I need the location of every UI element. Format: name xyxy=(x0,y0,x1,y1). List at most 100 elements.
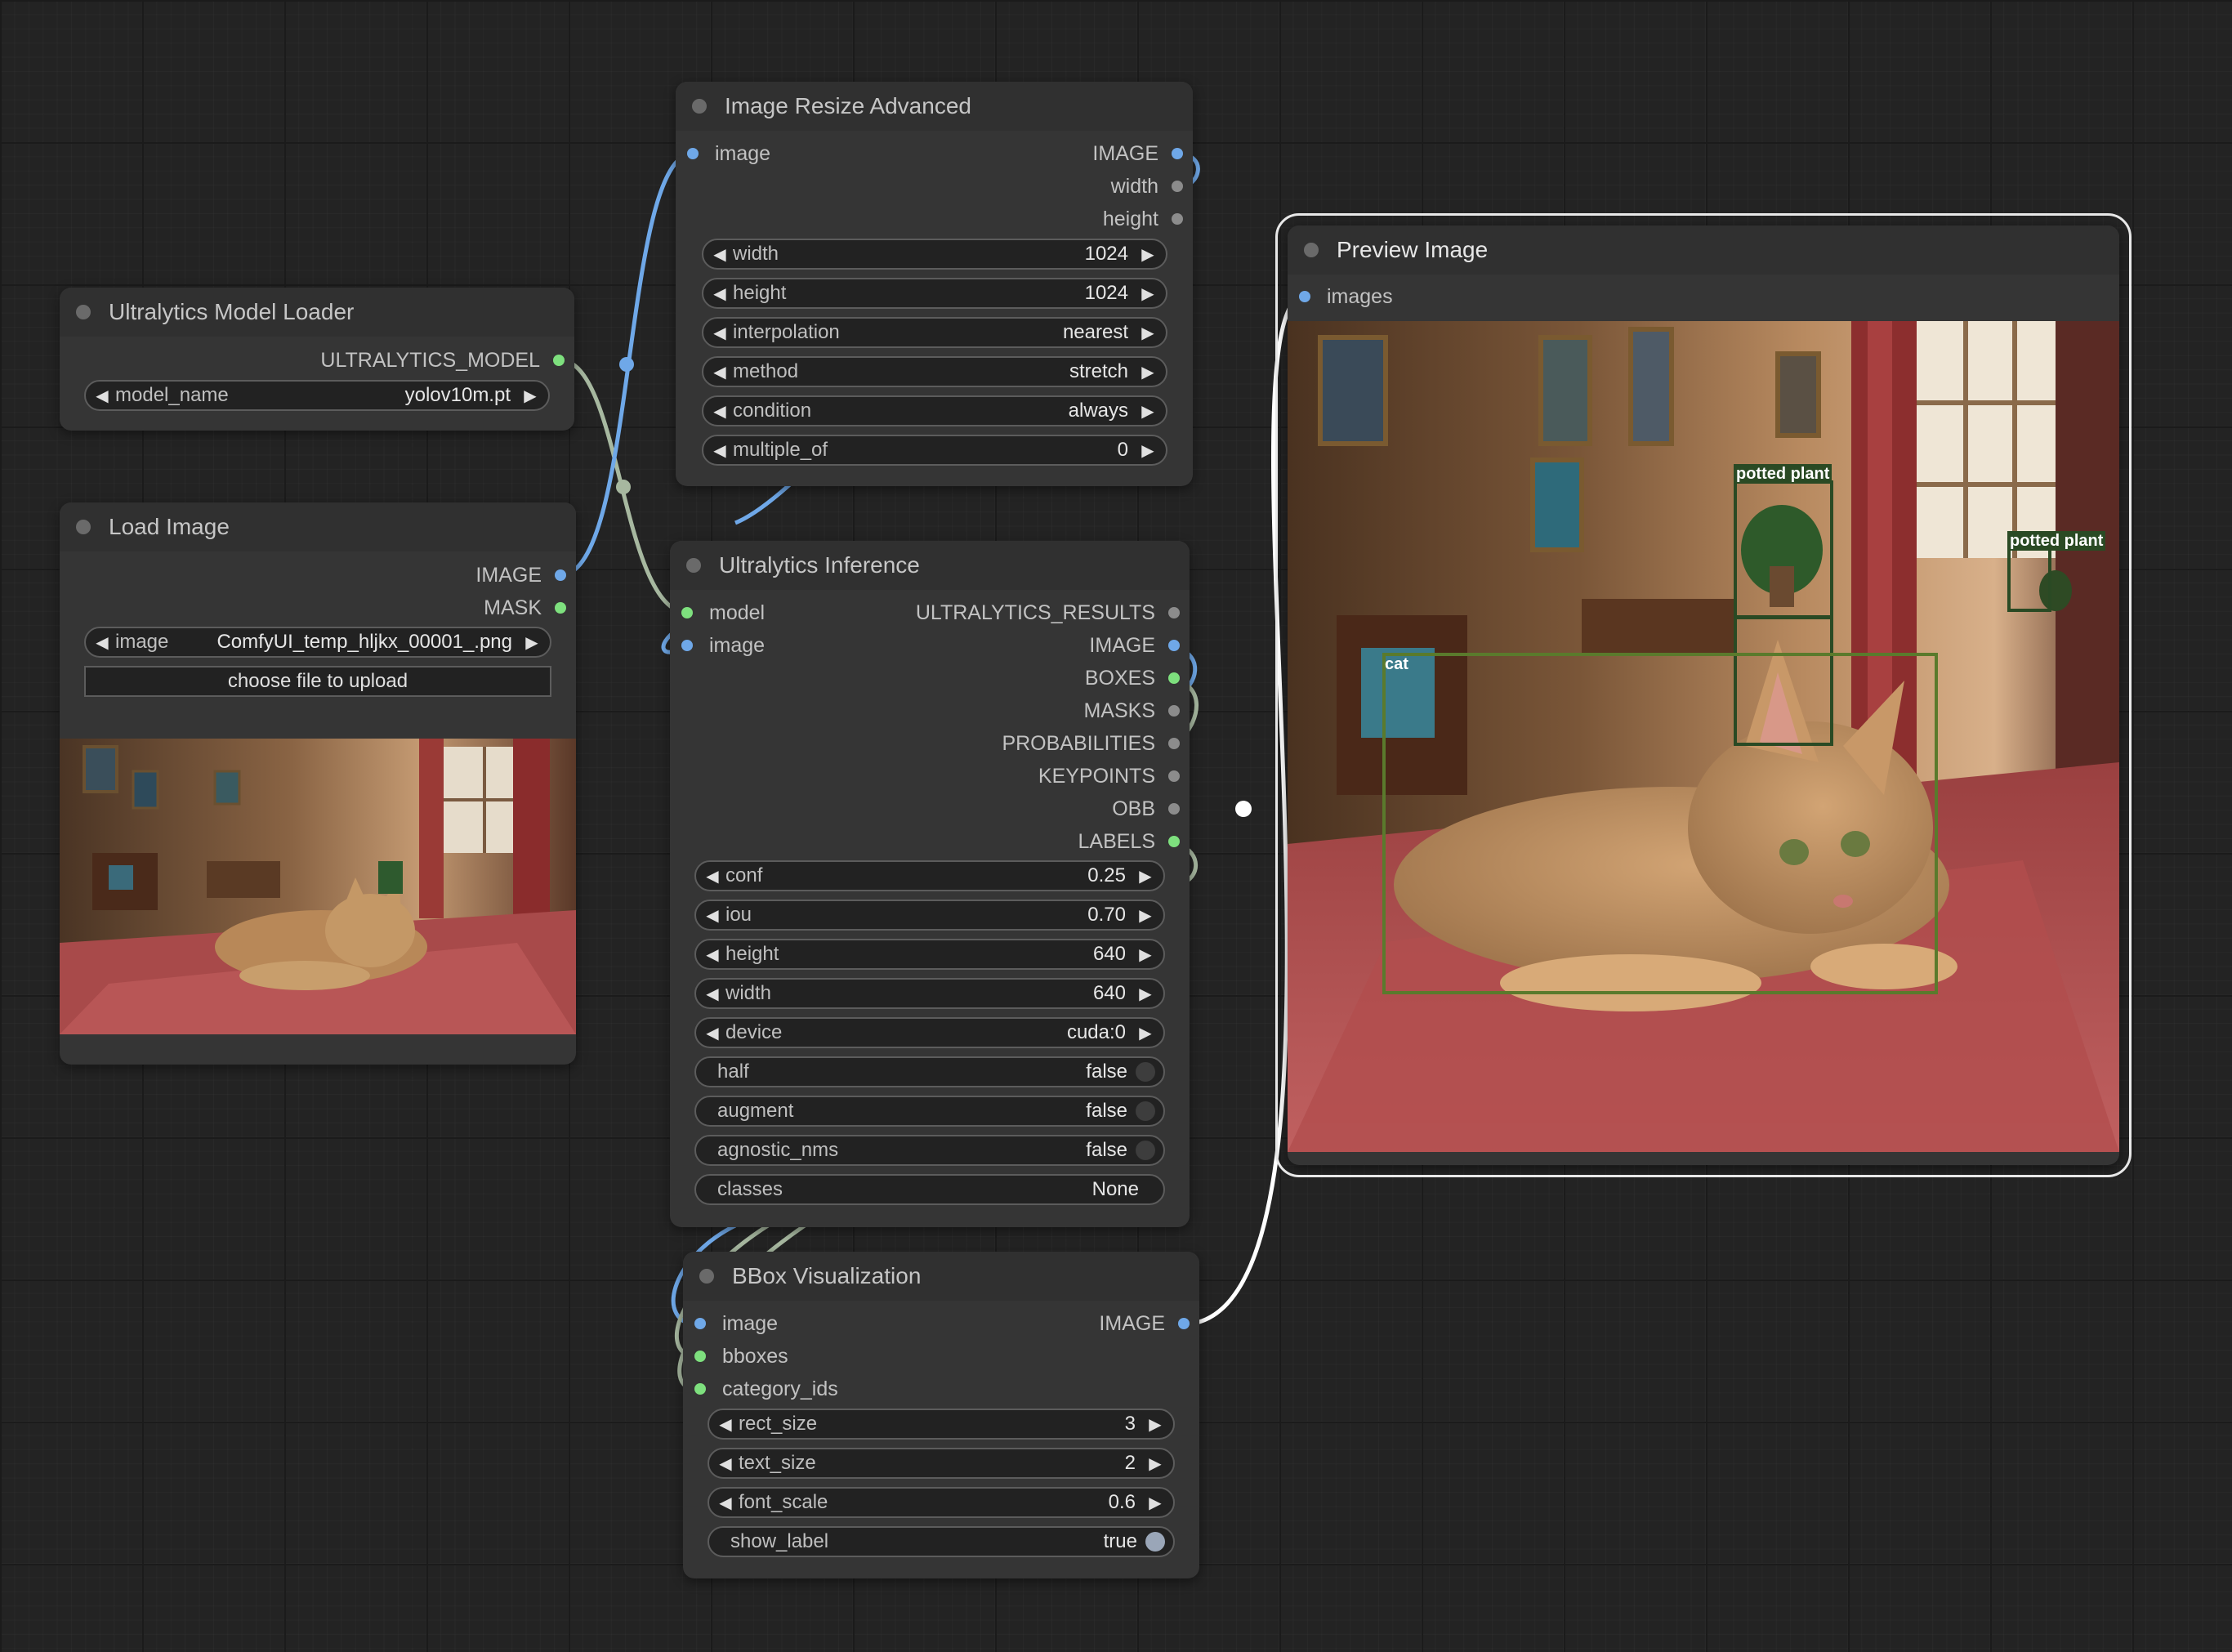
widget-classes[interactable]: classes None xyxy=(694,1174,1165,1205)
increment-arrow-icon[interactable]: ▶ xyxy=(1137,866,1154,886)
increment-arrow-icon[interactable]: ▶ xyxy=(1147,1453,1163,1474)
output-slot-probabilities[interactable]: PROBABILITIES xyxy=(1002,730,1190,757)
node-title-bar[interactable]: Image Resize Advanced xyxy=(676,82,1193,131)
widget-condition[interactable]: ◀ condition always ▶ xyxy=(702,395,1167,426)
slot-dot[interactable] xyxy=(694,1351,706,1362)
widget-method[interactable]: ◀ method stretch ▶ xyxy=(702,356,1167,387)
increment-arrow-icon[interactable]: ▶ xyxy=(1147,1414,1163,1435)
widget-multiple-of[interactable]: ◀ multiple_of 0 ▶ xyxy=(702,435,1167,466)
increment-arrow-icon[interactable]: ▶ xyxy=(1140,323,1156,343)
widget-model-name[interactable]: ◀ model_name yolov10m.pt ▶ xyxy=(84,380,550,411)
slot-dot[interactable] xyxy=(555,602,566,614)
node-preview-image[interactable]: Preview Image images potted plant potted… xyxy=(1275,213,2132,1177)
decrement-arrow-icon[interactable]: ◀ xyxy=(712,401,728,422)
decrement-arrow-icon[interactable]: ◀ xyxy=(704,944,721,965)
slot-dot[interactable] xyxy=(1168,705,1180,717)
output-slot-masks[interactable]: MASKS xyxy=(1083,697,1190,725)
decrement-arrow-icon[interactable]: ◀ xyxy=(717,1453,734,1474)
widget-font-scale[interactable]: ◀ font_scale 0.6 ▶ xyxy=(708,1487,1175,1518)
decrement-arrow-icon[interactable]: ◀ xyxy=(712,440,728,461)
input-slot-model[interactable]: model xyxy=(670,599,765,627)
output-slot-obb[interactable]: OBB xyxy=(1112,795,1190,823)
node-image-resize-advanced[interactable]: Image Resize Advanced image IMAGE width … xyxy=(676,82,1193,486)
toggle-knob[interactable] xyxy=(1145,1532,1165,1552)
decrement-arrow-icon[interactable]: ◀ xyxy=(717,1414,734,1435)
input-slot-image[interactable]: image xyxy=(683,1310,778,1337)
collapse-dot[interactable] xyxy=(76,305,91,319)
output-slot-image[interactable]: IMAGE xyxy=(1089,632,1190,659)
increment-arrow-icon[interactable]: ▶ xyxy=(524,632,540,653)
node-title-bar[interactable]: Ultralytics Inference xyxy=(670,541,1190,590)
output-slot-ultralytics-model[interactable]: ULTRALYTICS_MODEL xyxy=(320,346,574,374)
increment-arrow-icon[interactable]: ▶ xyxy=(1137,1023,1154,1043)
widget-text-size[interactable]: ◀ text_size 2 ▶ xyxy=(708,1448,1175,1479)
decrement-arrow-icon[interactable]: ◀ xyxy=(712,244,728,265)
node-title-bar[interactable]: Preview Image xyxy=(1288,225,2119,275)
input-slot-images[interactable]: images xyxy=(1288,283,1393,310)
slot-dot[interactable] xyxy=(555,569,566,581)
output-slot-height[interactable]: height xyxy=(1103,205,1193,233)
increment-arrow-icon[interactable]: ▶ xyxy=(1140,244,1156,265)
slot-dot[interactable] xyxy=(687,148,699,159)
slot-dot[interactable] xyxy=(681,640,693,651)
upload-button[interactable]: choose file to upload xyxy=(84,666,551,697)
toggle-show-label[interactable]: show_label true xyxy=(708,1526,1175,1557)
increment-arrow-icon[interactable]: ▶ xyxy=(522,386,538,406)
decrement-arrow-icon[interactable]: ◀ xyxy=(94,632,110,653)
widget-width[interactable]: ◀ width 1024 ▶ xyxy=(702,239,1167,270)
collapse-dot[interactable] xyxy=(699,1269,714,1284)
decrement-arrow-icon[interactable]: ◀ xyxy=(712,323,728,343)
widget-image-select[interactable]: ◀ image ComfyUI_temp_hljkx_00001_.png ▶ xyxy=(84,627,551,658)
toggle-knob[interactable] xyxy=(1136,1141,1155,1160)
widget-device[interactable]: ◀ device cuda:0 ▶ xyxy=(694,1017,1165,1048)
node-title-bar[interactable]: Ultralytics Model Loader xyxy=(60,288,574,337)
output-slot-width[interactable]: width xyxy=(1111,172,1193,200)
toggle-augment[interactable]: augment false xyxy=(694,1096,1165,1127)
slot-dot[interactable] xyxy=(1172,213,1183,225)
widget-iou[interactable]: ◀ iou 0.70 ▶ xyxy=(694,900,1165,931)
input-slot-image[interactable]: image xyxy=(676,140,770,167)
widget-rect-size[interactable]: ◀ rect_size 3 ▶ xyxy=(708,1409,1175,1440)
decrement-arrow-icon[interactable]: ◀ xyxy=(717,1493,734,1513)
output-slot-image[interactable]: IMAGE xyxy=(475,561,576,589)
increment-arrow-icon[interactable]: ▶ xyxy=(1140,362,1156,382)
slot-dot[interactable] xyxy=(1168,607,1180,618)
slot-dot[interactable] xyxy=(1299,291,1310,302)
output-slot-keypoints[interactable]: KEYPOINTS xyxy=(1038,762,1190,790)
slot-dot[interactable] xyxy=(1178,1318,1190,1329)
collapse-dot[interactable] xyxy=(1304,243,1319,257)
output-slot-image[interactable]: IMAGE xyxy=(1092,140,1193,167)
output-slot-mask[interactable]: MASK xyxy=(484,594,576,622)
output-slot-image[interactable]: IMAGE xyxy=(1099,1310,1199,1337)
output-slot-ultralytics-results[interactable]: ULTRALYTICS_RESULTS xyxy=(916,599,1190,627)
increment-arrow-icon[interactable]: ▶ xyxy=(1137,944,1154,965)
link-midpoint[interactable] xyxy=(619,357,634,372)
decrement-arrow-icon[interactable]: ◀ xyxy=(704,984,721,1004)
output-slot-boxes[interactable]: BOXES xyxy=(1085,664,1190,692)
increment-arrow-icon[interactable]: ▶ xyxy=(1140,284,1156,304)
input-slot-image[interactable]: image xyxy=(670,632,765,659)
decrement-arrow-icon[interactable]: ◀ xyxy=(712,284,728,304)
decrement-arrow-icon[interactable]: ◀ xyxy=(94,386,110,406)
output-slot-labels[interactable]: LABELS xyxy=(1078,828,1190,855)
input-slot-category-ids[interactable]: category_ids xyxy=(683,1375,838,1403)
slot-dot[interactable] xyxy=(1168,770,1180,782)
slot-dot[interactable] xyxy=(694,1383,706,1395)
decrement-arrow-icon[interactable]: ◀ xyxy=(712,362,728,382)
decrement-arrow-icon[interactable]: ◀ xyxy=(704,905,721,926)
widget-height[interactable]: ◀ height 640 ▶ xyxy=(694,939,1165,970)
slot-dot[interactable] xyxy=(1172,181,1183,192)
link-midpoint[interactable] xyxy=(1235,801,1252,817)
widget-height[interactable]: ◀ height 1024 ▶ xyxy=(702,278,1167,309)
collapse-dot[interactable] xyxy=(76,520,91,534)
link-midpoint[interactable] xyxy=(616,480,631,494)
node-load-image[interactable]: Load Image IMAGE MASK ◀ image ComfyUI_te… xyxy=(60,502,576,1065)
toggle-knob[interactable] xyxy=(1136,1062,1155,1082)
slot-dot[interactable] xyxy=(681,607,693,618)
increment-arrow-icon[interactable]: ▶ xyxy=(1140,440,1156,461)
collapse-dot[interactable] xyxy=(686,558,701,573)
slot-dot[interactable] xyxy=(1172,148,1183,159)
node-model-loader[interactable]: Ultralytics Model Loader ULTRALYTICS_MOD… xyxy=(60,288,574,431)
node-title-bar[interactable]: BBox Visualization xyxy=(683,1252,1199,1301)
slot-dot[interactable] xyxy=(1168,640,1180,651)
